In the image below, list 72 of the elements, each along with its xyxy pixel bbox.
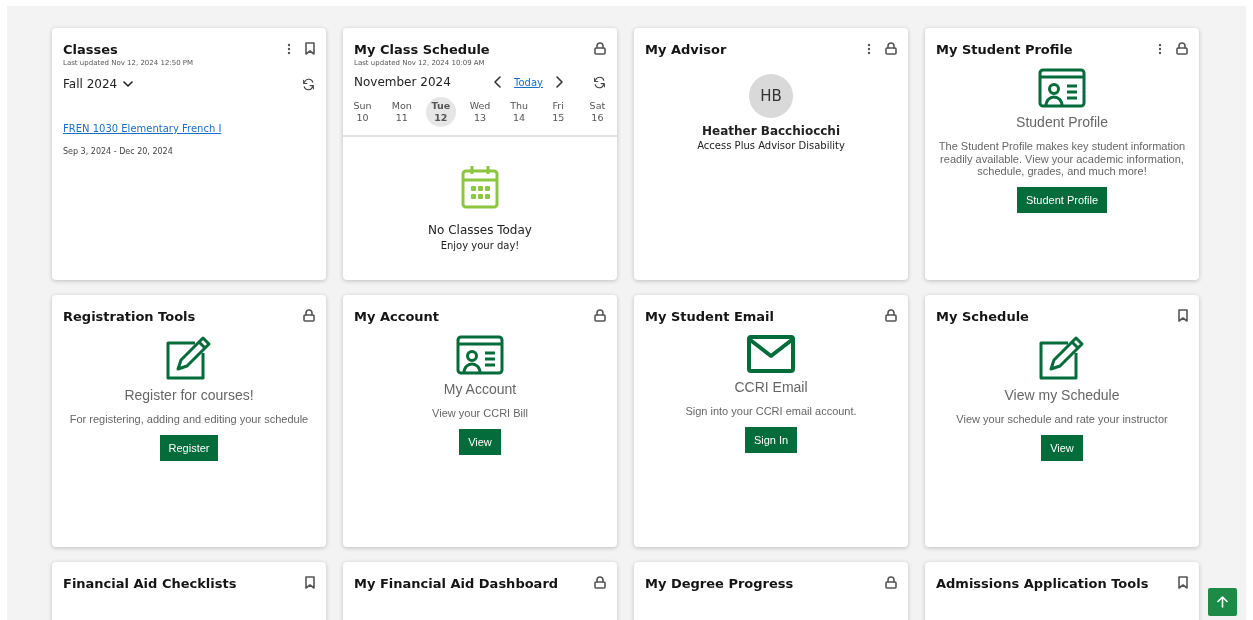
- action-button[interactable]: Register: [159, 434, 219, 461]
- bookmark-button[interactable]: [305, 42, 315, 55]
- empty-title: No Classes Today: [428, 223, 532, 237]
- lock-button[interactable]: [594, 576, 606, 589]
- advisor-name: Heather Bacchiocchi: [701, 124, 840, 138]
- action-button[interactable]: Student Profile: [1016, 186, 1108, 213]
- day-tab[interactable]: Fri 15: [543, 97, 574, 127]
- card-title: Financial Aid Checklists: [63, 575, 238, 592]
- more-button[interactable]: [1158, 42, 1162, 55]
- bookmark-button[interactable]: [1178, 576, 1188, 589]
- card-title: Admissions Application Tools: [936, 575, 1150, 592]
- card-heading: View my Schedule: [1004, 387, 1120, 403]
- month-label: November 2024: [354, 75, 451, 89]
- card-description: View your CCRI Bill: [432, 407, 528, 420]
- card-heading: Register for courses!: [124, 387, 254, 403]
- refresh-button[interactable]: [302, 77, 315, 91]
- today-link[interactable]: Today: [514, 76, 543, 88]
- arrow-up-icon: [1217, 596, 1228, 608]
- lock-button[interactable]: [303, 309, 315, 322]
- card-description: Sign into your CCRI email account.: [685, 405, 857, 418]
- lock-button[interactable]: [594, 42, 606, 55]
- course-link[interactable]: FREN 1030 Elementary French I: [63, 123, 222, 134]
- more-button[interactable]: [867, 42, 871, 55]
- card-heading: CCRI Email: [734, 379, 808, 395]
- card-heading: Student Profile: [1016, 114, 1108, 130]
- card-title: My Degree Progress: [645, 575, 795, 592]
- lock-button[interactable]: [885, 576, 897, 589]
- id-card-icon: [456, 335, 504, 375]
- card-title: My Account: [354, 308, 441, 325]
- more-button[interactable]: [287, 42, 291, 55]
- card-title: Registration Tools: [63, 308, 197, 325]
- scroll-top-button[interactable]: [1208, 588, 1237, 616]
- calendar-icon: [461, 165, 499, 209]
- card-title: Classes: [63, 41, 119, 58]
- edit-icon: [1038, 335, 1086, 381]
- card-title: My Student Profile: [936, 41, 1074, 58]
- id-card-icon: [1038, 68, 1086, 108]
- lock-button[interactable]: [885, 42, 897, 55]
- empty-message: Enjoy your day!: [440, 240, 520, 251]
- bookmark-button[interactable]: [1178, 309, 1188, 322]
- bookmark-button[interactable]: [305, 576, 315, 589]
- card-heading: My Account: [443, 381, 517, 397]
- lock-button[interactable]: [1176, 42, 1188, 55]
- card-title: My Financial Aid Dashboard: [354, 575, 560, 592]
- card-title: My Student Email: [645, 308, 775, 325]
- card-title: My Advisor: [645, 41, 728, 58]
- chevron-down-icon: [123, 81, 134, 87]
- action-button[interactable]: View: [459, 428, 501, 455]
- lock-button[interactable]: [594, 309, 606, 322]
- advisor-role: Access Plus Advisor Disability: [697, 140, 845, 151]
- course-dates: Sep 3, 2024 - Dec 20, 2024: [63, 147, 173, 156]
- day-tab[interactable]: Sun 10: [347, 97, 378, 127]
- edit-icon: [165, 335, 213, 381]
- next-icon[interactable]: [555, 76, 563, 88]
- day-tab[interactable]: Mon 11: [386, 97, 417, 127]
- card-title: My Schedule: [936, 308, 1030, 325]
- term-dropdown[interactable]: Fall 2024: [63, 77, 134, 91]
- action-button[interactable]: View: [1041, 434, 1083, 461]
- action-button[interactable]: Sign In: [744, 426, 798, 453]
- refresh-button[interactable]: [593, 75, 606, 89]
- envelope-icon: [747, 335, 795, 373]
- previous-icon[interactable]: [494, 76, 503, 88]
- card-description: The Student Profile makes key student information readily available. View your academic information, schedule, grades, and much more!: [937, 140, 1187, 178]
- card-title: My Class Schedule: [354, 41, 491, 58]
- day-tab[interactable]: Tue 12: [425, 97, 456, 127]
- advisor-avatar: HB: [749, 74, 793, 118]
- day-tab[interactable]: Thu 14: [504, 97, 535, 127]
- day-tab[interactable]: Wed 13: [465, 97, 495, 127]
- day-tab[interactable]: Sat 16: [582, 97, 613, 127]
- lock-button[interactable]: [885, 309, 897, 322]
- card-description: View your schedule and rate your instructor: [956, 413, 1168, 426]
- card-description: For registering, adding and editing your schedule: [69, 413, 309, 426]
